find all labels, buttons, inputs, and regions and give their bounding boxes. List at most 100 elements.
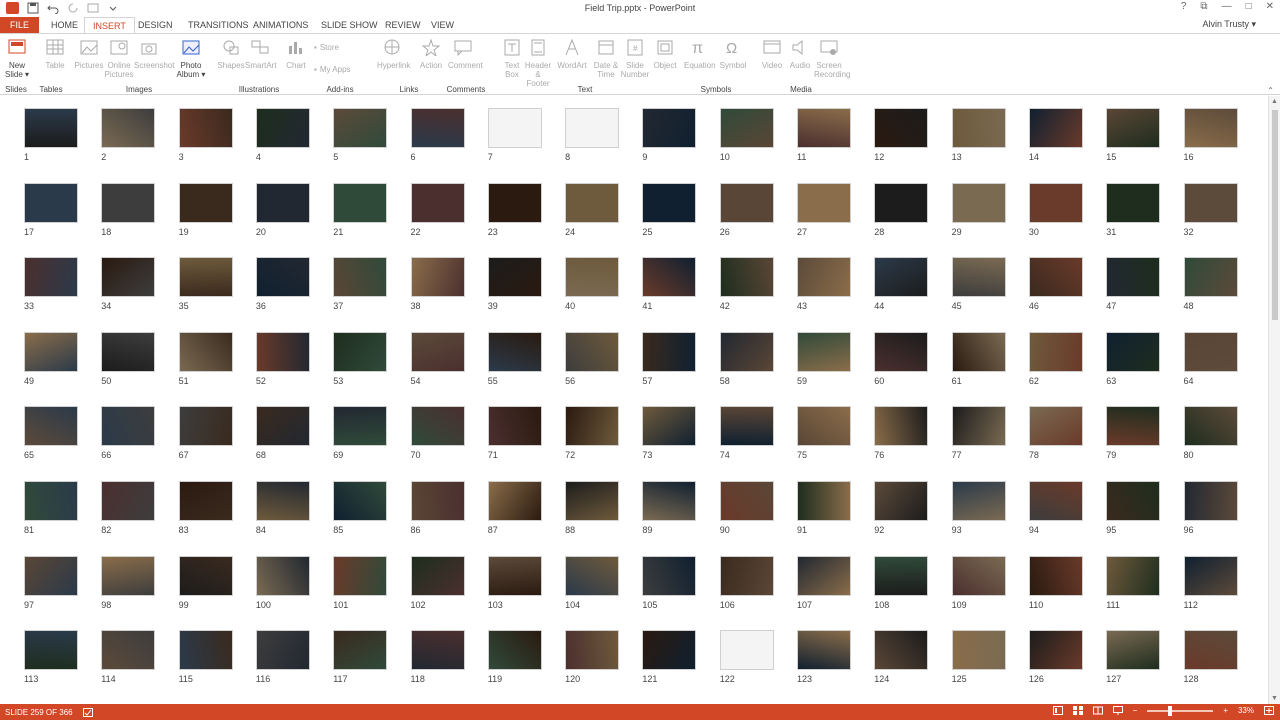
- slide-thumbnail[interactable]: 60: [874, 331, 929, 390]
- slide-thumbnail[interactable]: 97: [24, 555, 78, 614]
- close-icon[interactable]: ✕: [1266, 1, 1274, 12]
- slide-thumbnail[interactable]: 37: [333, 257, 388, 315]
- slide-thumbnail[interactable]: 86: [410, 481, 465, 539]
- scroll-thumb[interactable]: [1272, 110, 1278, 320]
- tab-design[interactable]: DESIGN: [130, 17, 181, 33]
- pictures-button[interactable]: Pictures: [74, 38, 104, 70]
- equation-button[interactable]: π Equation: [684, 38, 716, 70]
- slide-thumbnail[interactable]: 65: [24, 406, 78, 464]
- slide-thumbnail[interactable]: 28: [874, 182, 929, 241]
- slide-thumbnail[interactable]: 6: [410, 108, 465, 166]
- slide-thumbnail[interactable]: 101: [333, 555, 388, 614]
- slide-thumbnail[interactable]: 88: [565, 481, 620, 539]
- slide-thumbnail[interactable]: 116: [255, 630, 310, 688]
- tab-insert[interactable]: INSERT: [84, 17, 135, 33]
- slide-thumbnail[interactable]: 64: [1183, 331, 1238, 390]
- slide-thumbnail[interactable]: 89: [642, 481, 697, 539]
- slide-thumbnail[interactable]: 112: [1183, 555, 1238, 614]
- slide-thumbnail[interactable]: 52: [255, 331, 310, 390]
- slide-thumbnail[interactable]: 109: [951, 555, 1006, 614]
- slide-thumbnail[interactable]: 20: [255, 182, 310, 241]
- slide-thumbnail[interactable]: 99: [178, 555, 233, 614]
- slide-thumbnail[interactable]: 90: [719, 481, 774, 539]
- slide-thumbnail[interactable]: 76: [874, 406, 929, 464]
- zoom-in-button[interactable]: +: [1223, 706, 1228, 715]
- header-footer-button[interactable]: Header & Footer: [523, 38, 553, 88]
- minimize-icon[interactable]: —: [1222, 1, 1232, 12]
- slide-thumbnail[interactable]: 23: [487, 182, 542, 241]
- slide-thumbnail[interactable]: 2: [101, 108, 156, 166]
- slide-thumbnail[interactable]: 128: [1183, 630, 1238, 688]
- slide-thumbnail[interactable]: 114: [101, 630, 156, 688]
- slide-thumbnail[interactable]: 40: [565, 257, 620, 315]
- slide-thumbnail[interactable]: 44: [874, 257, 929, 315]
- tab-file[interactable]: FILE: [0, 17, 39, 33]
- slide-thumbnail[interactable]: 46: [1028, 257, 1083, 315]
- screenshot-button[interactable]: Screenshot: [134, 38, 174, 70]
- help-icon[interactable]: ?: [1181, 1, 1187, 12]
- photo-album-button[interactable]: Photo Album ▾: [176, 38, 206, 79]
- slide-thumbnail[interactable]: 5: [333, 108, 388, 166]
- slide-thumbnail[interactable]: 1: [24, 108, 78, 166]
- slide-thumbnail[interactable]: 77: [951, 406, 1006, 464]
- slide-thumbnail[interactable]: 68: [255, 406, 310, 464]
- smartart-button[interactable]: SmartArt: [245, 38, 277, 70]
- slide-thumbnail[interactable]: 113: [24, 630, 78, 688]
- slide-thumbnail[interactable]: 80: [1183, 406, 1238, 464]
- slide-thumbnail[interactable]: 62: [1028, 331, 1083, 390]
- slide-thumbnail[interactable]: 55: [487, 331, 542, 390]
- slide-thumbnail[interactable]: 33: [24, 257, 78, 315]
- slide-thumbnail[interactable]: 19: [178, 182, 233, 241]
- collapse-ribbon-icon[interactable]: ⌃: [1267, 86, 1274, 95]
- slide-thumbnail[interactable]: 18: [101, 182, 156, 241]
- slide-thumbnail[interactable]: 8: [565, 108, 620, 166]
- slide-thumbnail[interactable]: 102: [410, 555, 465, 614]
- slide-thumbnail[interactable]: 17: [24, 182, 78, 241]
- slide-thumbnail[interactable]: 100: [255, 555, 310, 614]
- store-button[interactable]: ▪ Store: [314, 43, 339, 52]
- slide-thumbnail[interactable]: 45: [951, 257, 1006, 315]
- slide-thumbnail[interactable]: 81: [24, 481, 78, 539]
- slide-thumbnail[interactable]: 24: [565, 182, 620, 241]
- slide-thumbnail[interactable]: 98: [101, 555, 156, 614]
- slide-thumbnail[interactable]: 74: [719, 406, 774, 464]
- slide-thumbnail[interactable]: 127: [1106, 630, 1161, 688]
- slide-thumbnail[interactable]: 121: [642, 630, 697, 688]
- online-pictures-button[interactable]: Online Pictures: [104, 38, 134, 79]
- slide-thumbnail[interactable]: 79: [1106, 406, 1161, 464]
- slide-thumbnail[interactable]: 66: [101, 406, 156, 464]
- slide-thumbnail[interactable]: 67: [178, 406, 233, 464]
- slide-thumbnail[interactable]: 31: [1106, 182, 1161, 241]
- slide-thumbnail[interactable]: 125: [951, 630, 1006, 688]
- slide-thumbnail[interactable]: 123: [797, 630, 851, 688]
- slide-thumbnail[interactable]: 115: [178, 630, 233, 688]
- slide-thumbnail[interactable]: 108: [874, 555, 929, 614]
- slide-thumbnail[interactable]: 126: [1028, 630, 1083, 688]
- zoom-level[interactable]: 33%: [1238, 706, 1254, 715]
- slide-thumbnail[interactable]: 49: [24, 331, 78, 390]
- spelling-check-icon[interactable]: [82, 708, 93, 717]
- slide-thumbnail[interactable]: 95: [1106, 481, 1161, 539]
- slide-thumbnail[interactable]: 106: [719, 555, 774, 614]
- slide-thumbnail[interactable]: 84: [255, 481, 310, 539]
- my-apps-button[interactable]: ▪ My Apps: [314, 65, 351, 74]
- slide-thumbnail[interactable]: 96: [1183, 481, 1238, 539]
- slide-thumbnail[interactable]: 26: [719, 182, 774, 241]
- tab-animations[interactable]: ANIMATIONS: [245, 17, 316, 33]
- slide-thumbnail[interactable]: 42: [719, 257, 774, 315]
- slide-thumbnail[interactable]: 16: [1183, 108, 1238, 166]
- slide-thumbnail[interactable]: 7: [487, 108, 542, 166]
- slide-thumbnail[interactable]: 93: [951, 481, 1006, 539]
- new-slide-button[interactable]: New Slide ▾: [3, 38, 31, 79]
- slide-thumbnail[interactable]: 3: [178, 108, 233, 166]
- slide-thumbnail[interactable]: 22: [410, 182, 465, 241]
- slide-thumbnail[interactable]: 111: [1106, 555, 1161, 614]
- slide-thumbnail[interactable]: 56: [565, 331, 620, 390]
- slide-thumbnail[interactable]: 43: [797, 257, 851, 315]
- slide-thumbnail[interactable]: 103: [487, 555, 542, 614]
- scroll-down-icon[interactable]: ▼: [1271, 695, 1278, 702]
- slide-thumbnail[interactable]: 15: [1106, 108, 1161, 166]
- slide-thumbnail[interactable]: 72: [565, 406, 620, 464]
- wordart-button[interactable]: WordArt: [557, 38, 587, 70]
- slide-thumbnail[interactable]: 104: [565, 555, 620, 614]
